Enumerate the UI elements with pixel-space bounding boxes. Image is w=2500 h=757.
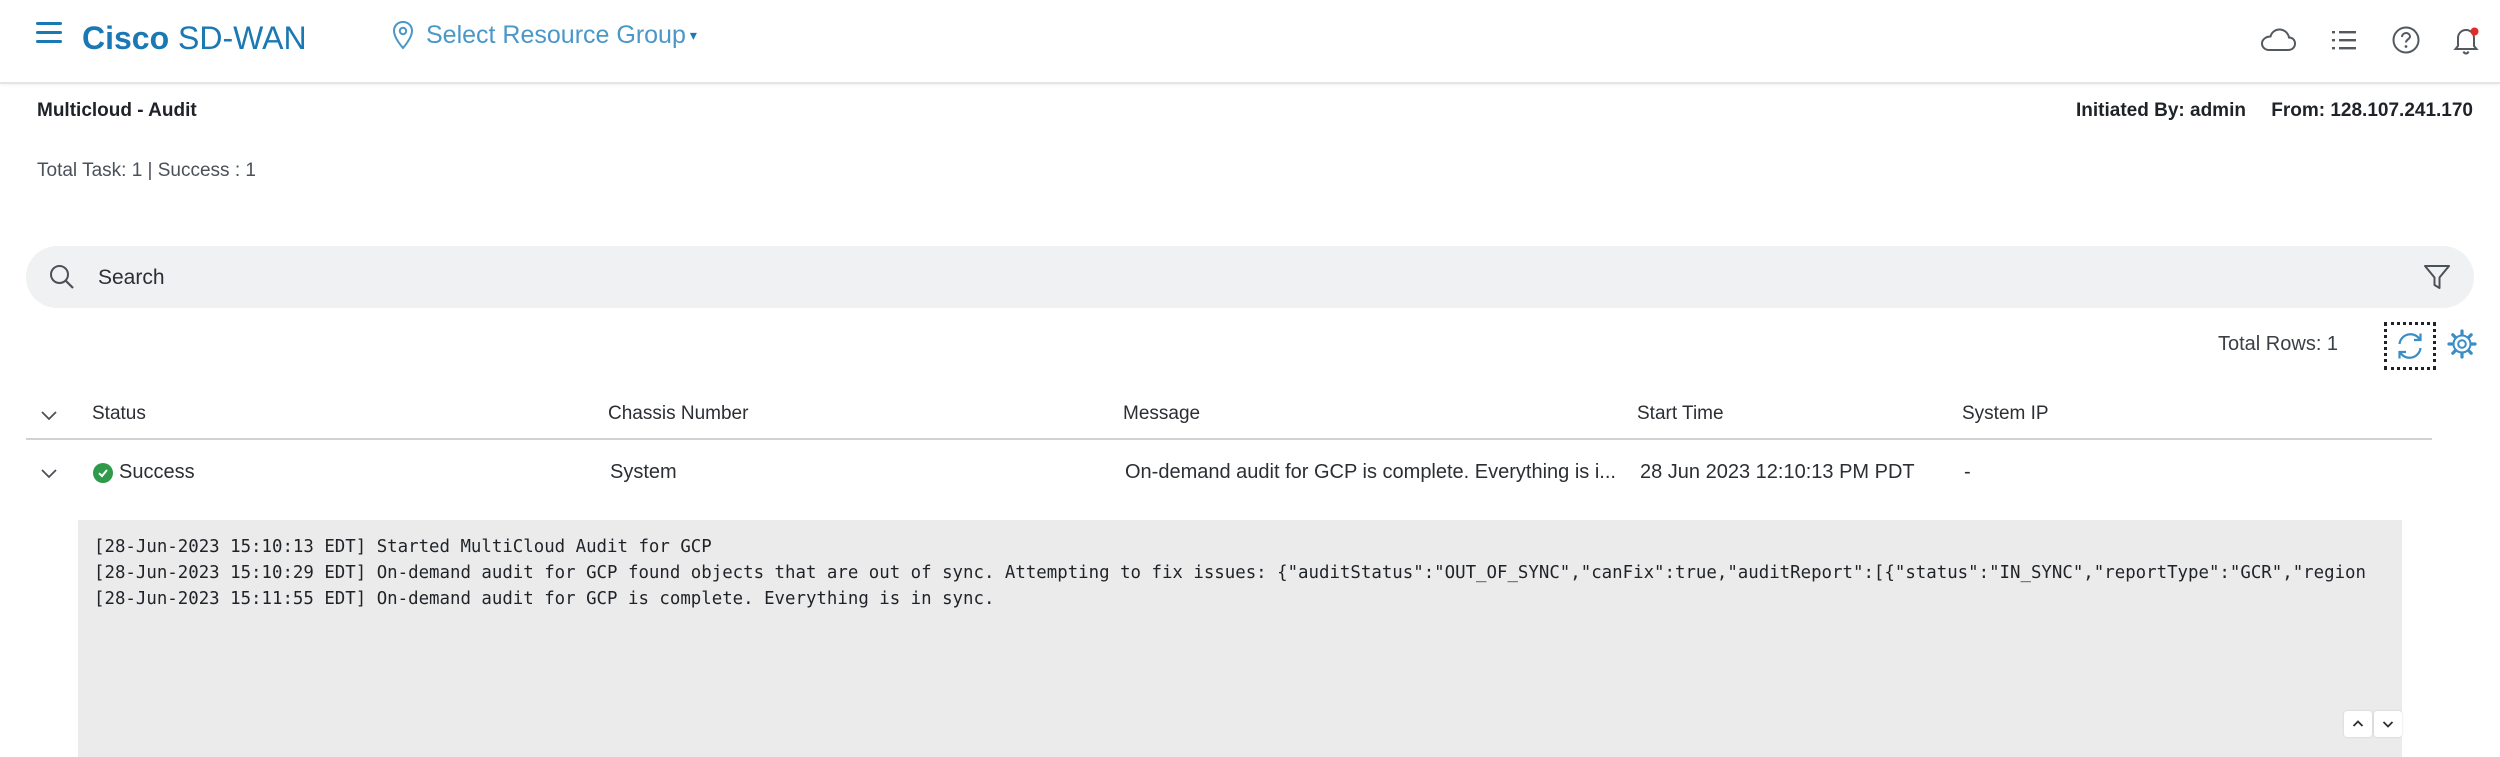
- brand-name: Cisco: [82, 20, 170, 56]
- chevron-down-icon: [2382, 721, 2394, 728]
- filter-icon[interactable]: [2422, 262, 2452, 292]
- initiated-from: From: 128.107.241.170: [2271, 100, 2473, 121]
- product-logo[interactable]: Cisco SD-WAN: [82, 20, 307, 57]
- message-cell: On-demand audit for GCP is complete. Eve…: [1125, 461, 1616, 483]
- scroll-up-button[interactable]: [2344, 711, 2372, 737]
- refresh-button[interactable]: [2384, 322, 2436, 370]
- column-status[interactable]: Status: [92, 403, 146, 425]
- total-rows: Total Rows: 1: [2218, 333, 2339, 355]
- initiated-by: Initiated By: admin: [2076, 100, 2246, 121]
- resource-group-label: Select Resource Group: [426, 20, 686, 49]
- success-check-icon: [93, 462, 113, 483]
- audit-log-panel[interactable]: [28-Jun-2023 15:10:13 EDT] Started Multi…: [78, 520, 2402, 757]
- top-navigation-bar: Cisco SD-WAN Select Resource Group ▾: [0, 0, 2500, 84]
- status-cell: Success: [93, 461, 195, 484]
- start-time-cell: 28 Jun 2023 12:10:13 PM PDT: [1640, 461, 1915, 483]
- column-system-ip[interactable]: System IP: [1962, 403, 2049, 425]
- scroll-down-button[interactable]: [2374, 711, 2402, 737]
- table-header: Status Chassis Number Message Start Time…: [26, 398, 2432, 440]
- status-text: Success: [119, 461, 195, 483]
- notification-dot: [2470, 27, 2479, 36]
- row-expand-chevron-icon[interactable]: [38, 462, 60, 484]
- column-start-time[interactable]: Start Time: [1637, 403, 1724, 425]
- chevron-down-icon: ▾: [689, 26, 697, 43]
- column-message[interactable]: Message: [1123, 403, 1200, 425]
- chevron-up-icon: [2352, 720, 2364, 727]
- search-bar: [26, 246, 2474, 308]
- menu-icon[interactable]: [36, 22, 62, 46]
- location-pin-icon: [392, 20, 414, 50]
- search-icon: [50, 265, 74, 289]
- chassis-cell: System: [610, 461, 677, 483]
- expand-all-chevron-icon[interactable]: [38, 404, 60, 426]
- help-icon[interactable]: [2386, 20, 2426, 60]
- log-line: [28-Jun-2023 15:11:55 EDT] On-demand aud…: [94, 589, 995, 609]
- log-line: [28-Jun-2023 15:10:13 EDT] Started Multi…: [94, 537, 712, 557]
- table-row[interactable]: Success System On-demand audit for GCP i…: [26, 448, 2432, 498]
- task-summary: Total Task: 1 | Success : 1: [37, 160, 256, 181]
- cloud-icon[interactable]: [2258, 20, 2298, 60]
- bell-icon[interactable]: [2446, 20, 2486, 60]
- system-ip-cell: -: [1964, 461, 1971, 483]
- log-line: [28-Jun-2023 15:10:29 EDT] On-demand aud…: [94, 563, 2367, 583]
- list-icon[interactable]: [2324, 20, 2364, 60]
- page-title: Multicloud - Audit: [37, 100, 197, 121]
- table-settings-button[interactable]: [2444, 326, 2480, 362]
- search-input[interactable]: [96, 258, 2380, 298]
- resource-group-selector[interactable]: Select Resource Group ▾: [392, 18, 697, 52]
- column-chassis-number[interactable]: Chassis Number: [608, 403, 748, 425]
- gear-icon: [2447, 329, 2477, 359]
- refresh-icon: [2398, 333, 2422, 359]
- initiated-info: Initiated By: admin From: 128.107.241.17…: [2076, 100, 2473, 122]
- brand-product: SD-WAN: [178, 20, 307, 56]
